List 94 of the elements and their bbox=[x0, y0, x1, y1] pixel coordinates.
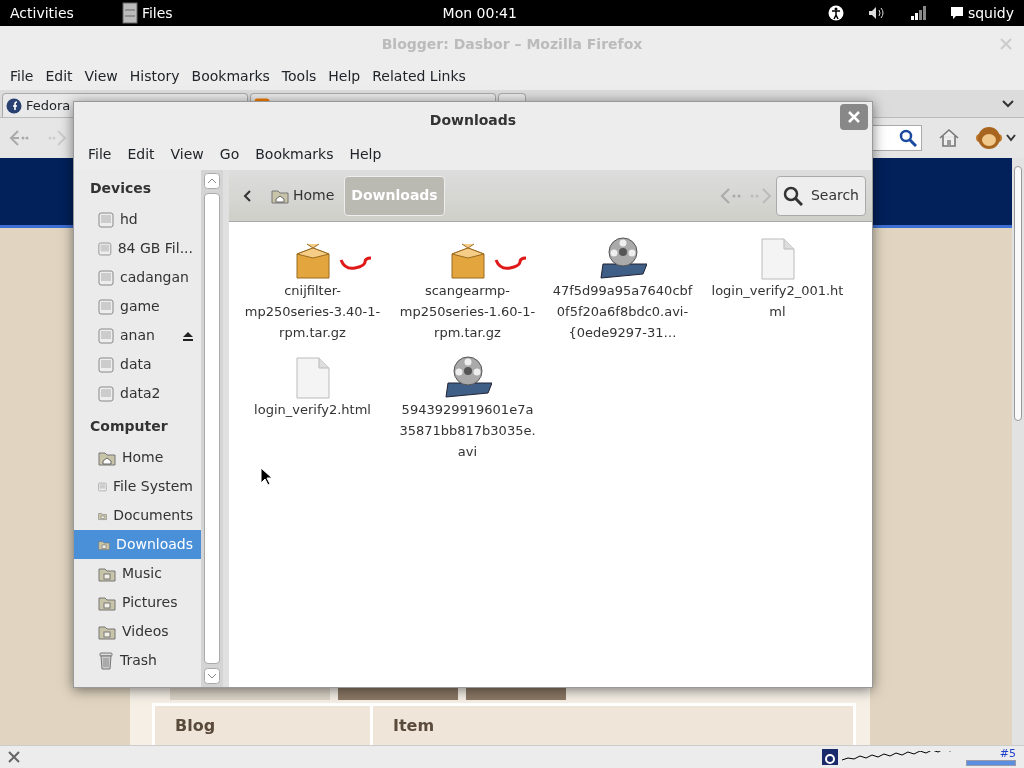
menu-item[interactable]: Edit bbox=[41, 65, 77, 87]
tab-title: Fedora bbox=[26, 96, 71, 115]
menu-item[interactable]: View bbox=[164, 143, 210, 165]
drive-icon bbox=[98, 356, 114, 373]
chat-icon bbox=[949, 6, 964, 20]
file-name: 47f5d99a95a7640cbf0f5f20a6f8bdc0.avi-{0ede9297-31… bbox=[552, 282, 693, 342]
download-entry[interactable]: login_verify2_001.html bbox=[700, 232, 855, 343]
sidebar-item[interactable]: data bbox=[74, 350, 201, 379]
download-entry[interactable]: 5943929919601e7a35871bb817b3035e.avi bbox=[390, 351, 545, 462]
drive-icon bbox=[98, 385, 114, 402]
file-name: 5943929919601e7a35871bb817b3035e.avi bbox=[398, 401, 537, 461]
app-menu[interactable]: Files bbox=[141, 2, 173, 24]
sidebar-item[interactable]: File System bbox=[74, 472, 201, 501]
document-icon bbox=[294, 357, 331, 399]
scrollbar[interactable] bbox=[201, 170, 223, 687]
eject-icon[interactable] bbox=[183, 330, 193, 341]
folder-icon bbox=[98, 565, 116, 582]
home-folder-icon bbox=[98, 449, 116, 466]
film-reel-icon bbox=[598, 236, 647, 280]
download-entry[interactable]: cnijfilter-mp250series-3.40-1-rpm.tar.gz bbox=[235, 232, 390, 343]
drive-icon bbox=[98, 298, 114, 315]
file-name: cnijfilter-mp250series-3.40-1-rpm.tar.gz bbox=[243, 282, 382, 342]
sidebar-item[interactable]: 84 GB Fil... bbox=[74, 234, 201, 263]
menu-item[interactable]: Help bbox=[343, 143, 388, 165]
download-entry[interactable]: 47f5d99a95a7640cbf0f5f20a6f8bdc0.avi-{0ede9297-31… bbox=[545, 232, 700, 343]
volume-icon[interactable] bbox=[867, 6, 886, 20]
menu-item[interactable]: View bbox=[80, 65, 122, 87]
download-entry[interactable]: login_verify2.html bbox=[235, 351, 390, 462]
counter-text: #5 bbox=[999, 748, 1016, 760]
file-name: login_verify2.html bbox=[253, 401, 372, 419]
section-heading: Computer bbox=[89, 417, 169, 436]
menu-item[interactable]: Go bbox=[213, 143, 246, 165]
home-icon[interactable] bbox=[938, 128, 960, 148]
scrollbar-thumb[interactable] bbox=[204, 193, 220, 664]
fedora-icon bbox=[6, 97, 22, 114]
search-icon bbox=[782, 185, 803, 206]
menu-item[interactable]: History bbox=[125, 65, 184, 87]
drive-icon bbox=[98, 240, 112, 257]
drive-icon bbox=[98, 269, 114, 286]
file-name: login_verify2_001.html bbox=[710, 282, 845, 321]
document-icon bbox=[759, 238, 796, 280]
clock[interactable]: Mon 00:41 bbox=[442, 2, 517, 24]
path-button[interactable]: Home bbox=[265, 175, 341, 216]
folder-icon bbox=[98, 623, 116, 640]
sidebar-item[interactable]: game bbox=[74, 292, 201, 321]
trash-icon bbox=[98, 651, 114, 670]
scrollbar[interactable] bbox=[1012, 158, 1024, 745]
accessibility-icon[interactable] bbox=[827, 5, 844, 21]
file-name: scangearmp-mp250series-1.60-1-rpm.tar.gz bbox=[398, 282, 537, 342]
sidebar-item[interactable]: Videos bbox=[74, 617, 201, 646]
menu-item[interactable]: Bookmarks bbox=[187, 65, 274, 87]
file-cabinet-icon bbox=[121, 2, 138, 24]
drive-icon bbox=[98, 327, 114, 344]
scrollbar-thumb[interactable] bbox=[1014, 166, 1022, 421]
close-icon[interactable] bbox=[8, 751, 20, 763]
menu-item[interactable]: Tools bbox=[277, 65, 321, 87]
folder-icon bbox=[98, 594, 116, 611]
film-reel-icon bbox=[443, 355, 492, 399]
sidebar-item[interactable]: cadangan bbox=[74, 263, 201, 292]
window-title: Downloads bbox=[429, 110, 517, 130]
home-folder-icon bbox=[271, 187, 289, 204]
search-icon bbox=[899, 129, 917, 147]
progress-bar bbox=[966, 760, 1016, 766]
drive-icon bbox=[98, 211, 114, 228]
menu-item[interactable]: Help bbox=[324, 65, 365, 87]
menu-item[interactable]: Related Links bbox=[368, 65, 470, 87]
chevron-down-icon[interactable] bbox=[1002, 100, 1014, 108]
user-menu[interactable]: squidy bbox=[967, 2, 1014, 24]
activities-button[interactable]: Activities bbox=[10, 2, 74, 24]
menu-item[interactable]: Edit bbox=[121, 143, 161, 165]
section-heading: Devices bbox=[89, 179, 153, 198]
column-header: Blog bbox=[155, 706, 370, 745]
menu-item[interactable]: File bbox=[6, 65, 38, 87]
sidebar-item[interactable]: Trash bbox=[74, 646, 201, 675]
scroll-up-button[interactable] bbox=[204, 173, 220, 189]
close-icon bbox=[848, 111, 860, 123]
download-entry[interactable]: scangearmp-mp250series-1.60-1-rpm.tar.gz bbox=[390, 232, 545, 343]
signal-icon[interactable] bbox=[909, 5, 926, 21]
sidebar-item[interactable]: hd bbox=[74, 205, 201, 234]
search-button[interactable]: Search bbox=[775, 175, 866, 216]
sidebar-item[interactable]: Pictures bbox=[74, 588, 201, 617]
sidebar-item[interactable]: Home bbox=[74, 443, 201, 472]
menu-item[interactable]: File bbox=[82, 143, 118, 165]
sidebar-item[interactable]: data2 bbox=[74, 379, 201, 408]
sidebar-item[interactable]: Documents bbox=[74, 501, 201, 530]
scroll-down-button[interactable] bbox=[204, 668, 220, 684]
caret-icon[interactable] bbox=[1006, 134, 1016, 142]
column-header: Item bbox=[373, 706, 853, 745]
menu-item[interactable]: Bookmarks bbox=[249, 143, 340, 165]
close-button[interactable] bbox=[840, 104, 868, 130]
sidebar-item[interactable]: Music bbox=[74, 559, 201, 588]
sidebar-item[interactable]: anan bbox=[74, 321, 201, 350]
pointer-cursor bbox=[260, 467, 272, 485]
addon-icon[interactable] bbox=[822, 749, 838, 765]
